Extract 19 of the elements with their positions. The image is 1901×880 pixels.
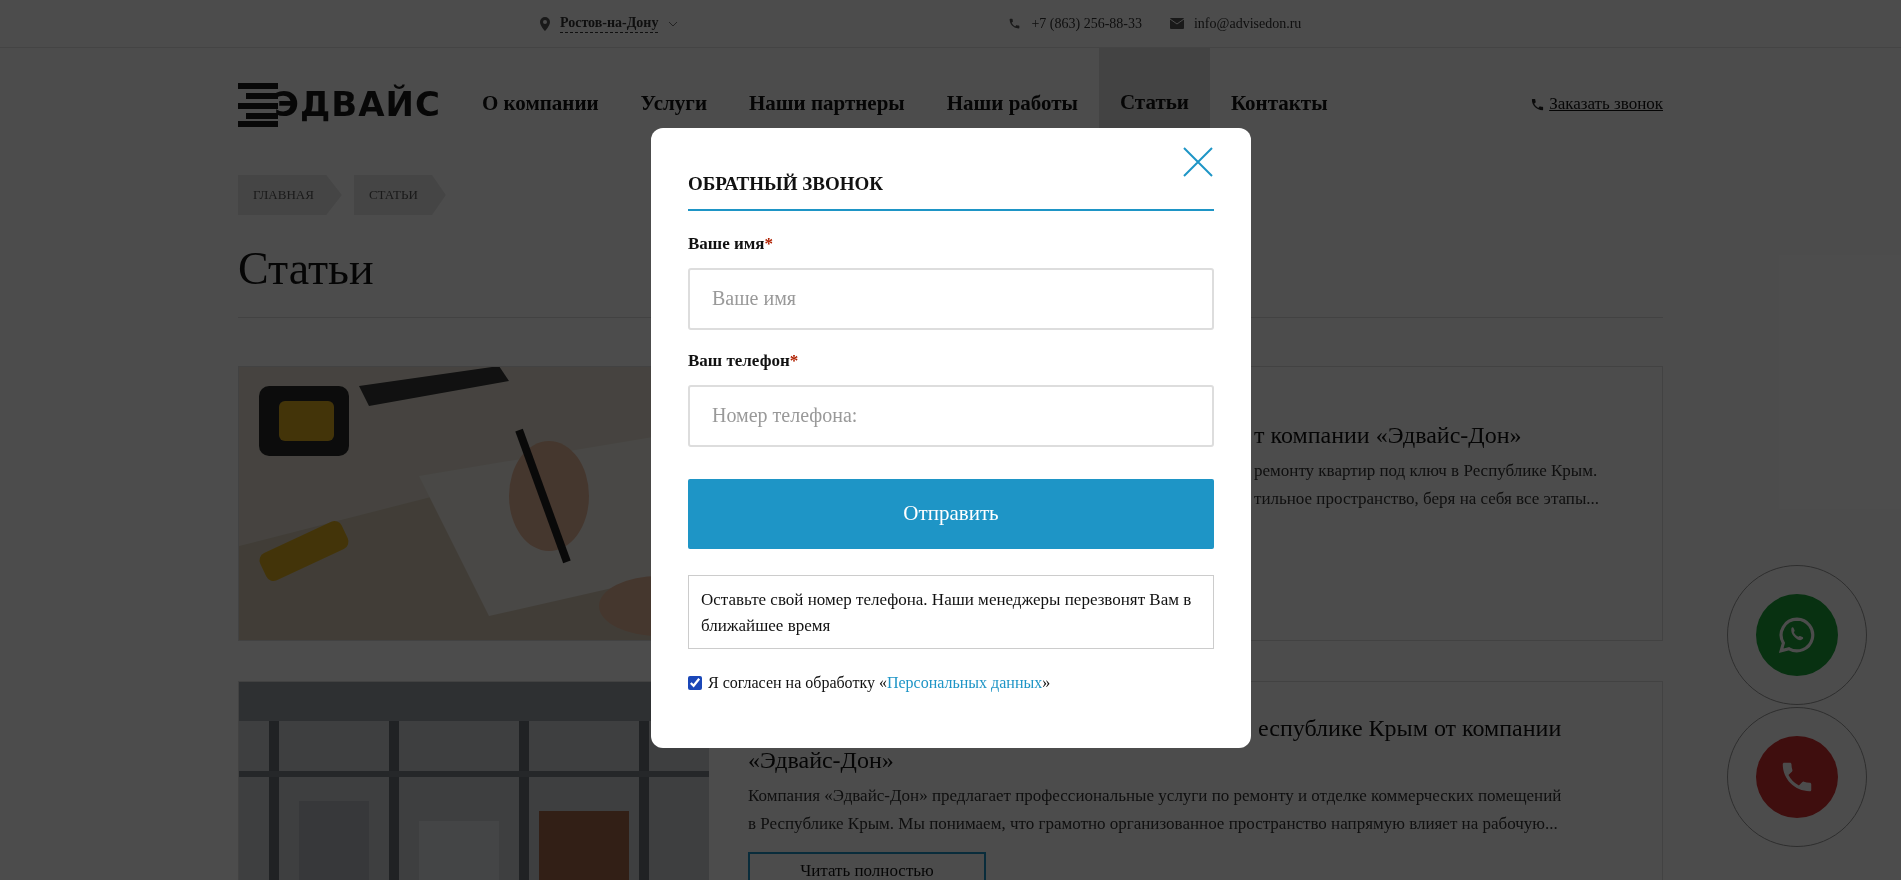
field-label: Ваш телефон bbox=[688, 349, 790, 372]
article-excerpt: ремонту квартир под ключ в Республике Крым. bbox=[1254, 460, 1599, 482]
email-address: info@advisedon.ru bbox=[1193, 15, 1302, 33]
article-excerpt: в Республике Крым. Мы понимаем, что грамотно организованное пространство напрямую влияет на рабочую... bbox=[748, 813, 1559, 835]
required-mark: * bbox=[764, 232, 774, 255]
personal-data-link[interactable]: Персональных данных bbox=[886, 673, 1043, 691]
field-label: Ваше имя bbox=[688, 232, 765, 255]
input-field[interactable]: Ваше имя bbox=[688, 267, 1214, 330]
page-title: Статьи bbox=[238, 243, 374, 295]
article-excerpt: тильное пространство, беря на себя все этапы... bbox=[1254, 488, 1600, 510]
consent-checkbox[interactable] bbox=[688, 675, 702, 690]
input-field[interactable]: Номер телефона: bbox=[688, 384, 1214, 447]
submit-button[interactable]: Отправить bbox=[688, 478, 1214, 549]
dialog-title: ОБРАТНЫЙ ЗВОНОК bbox=[688, 172, 885, 196]
phone-number: +7 (863) 256-88-33 bbox=[1031, 15, 1142, 33]
consent-text: Я согласен на обработку «Персональных данных» bbox=[708, 672, 1051, 694]
close-button[interactable] bbox=[1182, 146, 1214, 178]
info-note: Оставьте свой номер телефона. Наши менеджеры перезвонят Вам в ближайшее время bbox=[701, 588, 1193, 637]
required-mark: * bbox=[789, 349, 799, 372]
